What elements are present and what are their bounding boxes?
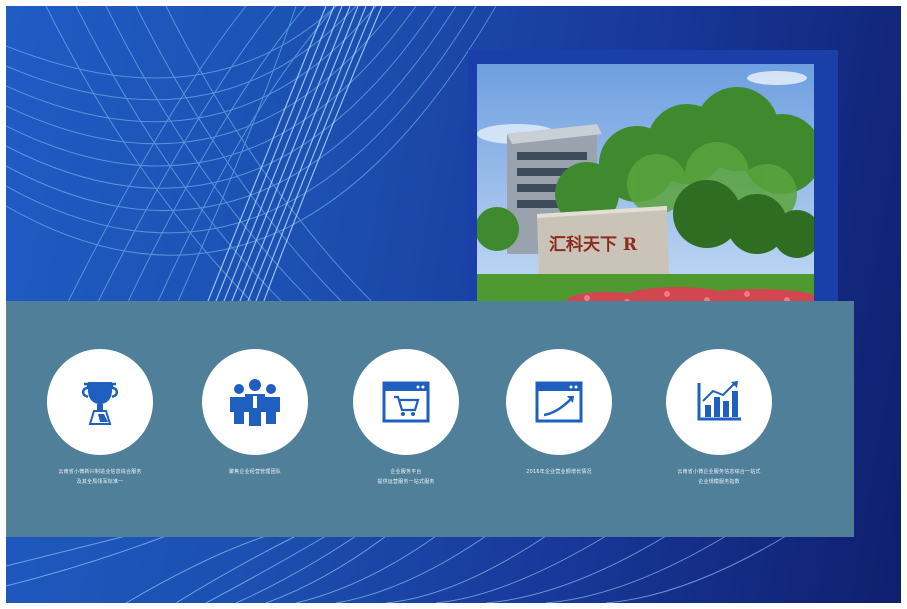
features-panel: 云南省小微新兴制造业信息综合服务 及其全局领军标准一 聚焦企业经营管理团队 企业…	[6, 301, 854, 537]
feature-icon-circle	[47, 349, 153, 455]
building-photo: 汇科天下 R	[477, 64, 814, 308]
page-background: 汇科天下 R 云南省小微新兴制造业信息综合服务 及其全局领军标准一 聚焦企业经营…	[6, 6, 901, 603]
feature-caption: 云南省小微企业服务信息综合一站式 企业规模服务指数	[619, 467, 819, 487]
team-icon	[230, 379, 280, 426]
svg-text:汇科天下 R: 汇科天下 R	[549, 234, 638, 255]
feature-icon-circle	[506, 349, 612, 455]
feature-item: 云南省小微企业服务信息综合一站式 企业规模服务指数	[619, 349, 819, 487]
feature-icon-circle	[202, 349, 308, 455]
trend-window-icon	[535, 381, 583, 423]
caption-line: 企业规模服务指数	[698, 479, 740, 485]
caption-line: 云南省小微企业服务信息综合一站式	[677, 469, 761, 475]
trophy-icon	[81, 382, 119, 425]
bar-chart-icon	[697, 381, 741, 421]
caption-line: 及其全局领军标准一	[76, 479, 124, 485]
feature-icon-circle	[666, 349, 772, 455]
feature-icon-circle	[353, 349, 459, 455]
caption-line: 提供运营服务一站式服务	[377, 479, 435, 485]
shopping-cart-window-icon	[382, 381, 430, 423]
